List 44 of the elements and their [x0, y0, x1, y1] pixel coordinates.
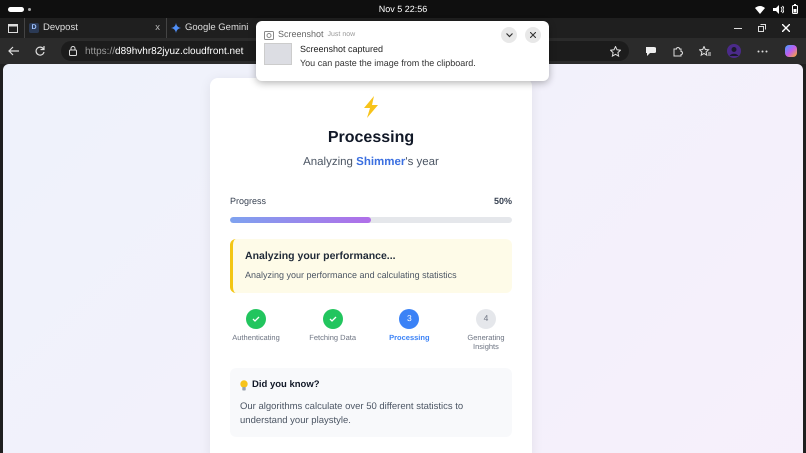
check-icon: [328, 316, 337, 322]
sparkle-icon: [171, 23, 181, 33]
tip-title: Did you know?: [252, 378, 320, 392]
more-icon[interactable]: [757, 50, 768, 52]
alert-title: Analyzing your performance...: [245, 249, 397, 264]
card-subtitle: Analyzing Shimmer's year: [303, 155, 439, 170]
light-bulb-icon: [240, 380, 248, 391]
card-title: Processing: [328, 128, 414, 148]
url-scheme: https://: [85, 46, 116, 56]
wifi-icon[interactable]: [755, 4, 765, 14]
tab-title: Devpost: [43, 20, 78, 35]
alert-text: Analyzing your performance and calculating statistics: [245, 269, 458, 282]
step-indicator: 4: [476, 308, 496, 329]
tab-close-button[interactable]: x: [155, 20, 160, 36]
assistant-icon[interactable]: [784, 44, 798, 58]
screenshot-icon: [264, 30, 274, 40]
url-host: d89hvhr82jyuz.cloudfront.net: [115, 46, 244, 56]
restore-icon[interactable]: [758, 24, 766, 32]
reload-icon[interactable]: [35, 46, 45, 56]
notification-title: Screenshot captured: [300, 43, 384, 56]
back-icon[interactable]: [8, 46, 19, 56]
chat-bubble-icon[interactable]: [645, 46, 656, 56]
check-icon: [252, 316, 260, 322]
tab-title: Google Gemini: [185, 20, 248, 35]
progress-label: Progress: [230, 195, 266, 208]
tab-actions-icon[interactable]: [8, 24, 18, 32]
expand-button[interactable]: [501, 27, 517, 43]
activities-indicator[interactable]: [8, 6, 24, 12]
step-indicator: 3: [399, 308, 420, 329]
close-icon[interactable]: [782, 24, 790, 32]
screenshot-thumbnail: [264, 43, 292, 65]
lightning-bolt-icon: [363, 96, 379, 118]
tip-text: Our algorithms calculate over 50 different statistics to understand your playstyle.: [240, 400, 464, 427]
volume-icon[interactable]: [773, 4, 784, 14]
chevron-down-icon: [506, 32, 512, 38]
favorites-icon[interactable]: [699, 46, 711, 56]
workspace-dot: [28, 8, 31, 10]
close-button[interactable]: [525, 27, 541, 43]
star-icon[interactable]: [610, 46, 621, 56]
close-icon: [530, 32, 536, 38]
progress-value: 50%: [494, 195, 512, 208]
battery-icon[interactable]: [792, 4, 798, 14]
puzzle-icon[interactable]: [672, 46, 683, 56]
lock-icon: [69, 46, 77, 56]
